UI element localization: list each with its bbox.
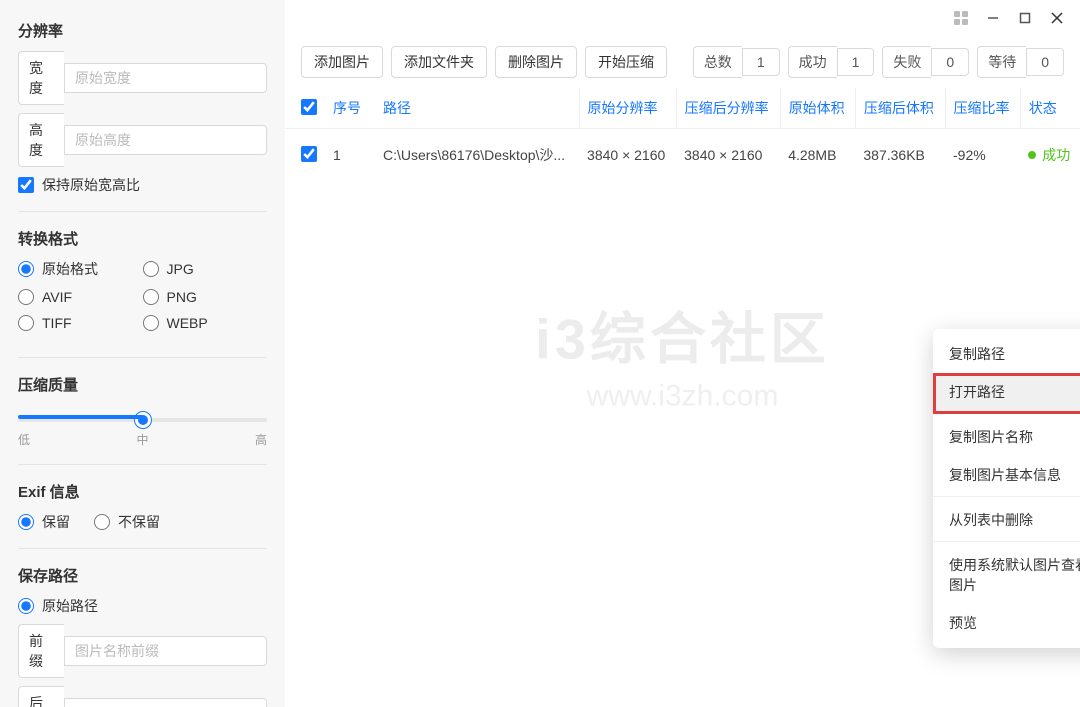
section-quality-title: 压缩质量 [18, 374, 267, 395]
stats: 总数1 成功1 失败0 等待0 [693, 46, 1064, 78]
delete-image-button[interactable]: 删除图片 [495, 46, 577, 78]
titlebar [938, 0, 1080, 36]
section-exif-title: Exif 信息 [18, 481, 267, 502]
stat-success-label: 成功 [788, 46, 837, 78]
format-original[interactable]: 原始格式 [18, 259, 143, 279]
cell-comp-size: 387.36KB [855, 129, 945, 182]
watermark: i3综合社区 www.i3zh.com [535, 294, 830, 413]
col-ratio[interactable]: 压缩比率 [945, 88, 1020, 129]
stat-wait-val: 0 [1026, 48, 1064, 76]
height-input[interactable] [64, 125, 267, 155]
add-image-button[interactable]: 添加图片 [301, 46, 383, 78]
maximize-icon[interactable] [1018, 11, 1032, 25]
format-jpg[interactable]: JPG [143, 259, 268, 279]
prefix-input[interactable] [64, 636, 267, 666]
main: i3综合社区 www.i3zh.com 添加图片 添加文件夹 删除图片 开始压缩… [285, 0, 1080, 707]
format-webp[interactable]: WEBP [143, 315, 268, 331]
stat-total-val: 1 [742, 48, 780, 76]
suffix-label: 后缀 [18, 686, 64, 707]
cell-ratio: -92% [945, 129, 1020, 182]
exif-discard[interactable]: 不保留 [94, 512, 160, 532]
ctx-open-viewer[interactable]: 使用系统默认图片查看器打开图片 [933, 546, 1080, 604]
ctx-copy-path[interactable]: 复制路径 [933, 335, 1080, 373]
suffix-input[interactable] [64, 698, 267, 707]
minimize-icon[interactable] [986, 11, 1000, 25]
format-avif[interactable]: AVIF [18, 289, 143, 305]
ctx-preview[interactable]: 预览 [933, 604, 1080, 642]
ctx-copy-info[interactable]: 复制图片基本信息 [933, 456, 1080, 497]
stat-fail-label: 失败 [882, 46, 931, 78]
col-idx[interactable]: 序号 [325, 88, 375, 129]
format-options: 原始格式 JPG AVIF PNG TIFF WEBP [18, 259, 267, 341]
cell-path: C:\Users\86176\Desktop\沙... [375, 129, 579, 182]
stat-success-val: 1 [837, 48, 875, 76]
cell-status: 成功 [1028, 145, 1070, 165]
sidebar: 分辨率 宽度 高度 保持原始宽高比 转换格式 原始格式 JPG AVIF PNG… [0, 0, 285, 707]
grid-icon[interactable] [954, 11, 968, 25]
cell-orig-size: 4.28MB [780, 129, 855, 182]
quality-mid: 中 [136, 431, 148, 448]
toolbar: 添加图片 添加文件夹 删除图片 开始压缩 总数1 成功1 失败0 等待0 [285, 36, 1080, 88]
context-menu: 复制路径 打开路径 复制图片名称 复制图片基本信息 从列表中删除 使用系统默认图… [933, 329, 1080, 648]
cell-orig-res: 3840 × 2160 [579, 129, 676, 182]
row-checkbox[interactable] [301, 146, 317, 162]
section-format-title: 转换格式 [18, 228, 267, 249]
ctx-copy-name[interactable]: 复制图片名称 [933, 418, 1080, 456]
col-comp-res[interactable]: 压缩后分辨率 [676, 88, 780, 129]
save-orig-path[interactable]: 原始路径 [18, 596, 267, 616]
ctx-remove[interactable]: 从列表中删除 [933, 501, 1080, 542]
keep-ratio-label: 保持原始宽高比 [42, 175, 140, 195]
format-png[interactable]: PNG [143, 289, 268, 305]
col-orig-res[interactable]: 原始分辨率 [579, 88, 676, 129]
cell-comp-res: 3840 × 2160 [676, 129, 780, 182]
col-path[interactable]: 路径 [375, 88, 579, 129]
quality-high: 高 [255, 431, 267, 448]
col-status[interactable]: 状态 [1020, 88, 1080, 129]
keep-ratio-checkbox[interactable]: 保持原始宽高比 [18, 175, 267, 195]
add-folder-button[interactable]: 添加文件夹 [391, 46, 487, 78]
stat-total-label: 总数 [693, 46, 742, 78]
keep-ratio-input[interactable] [18, 177, 34, 193]
quality-low: 低 [18, 431, 30, 448]
start-compress-button[interactable]: 开始压缩 [585, 46, 667, 78]
section-resolution-title: 分辨率 [18, 20, 267, 41]
exif-keep[interactable]: 保留 [18, 512, 70, 532]
cell-idx: 1 [325, 129, 375, 182]
format-tiff[interactable]: TIFF [18, 315, 143, 331]
stat-wait-label: 等待 [977, 46, 1026, 78]
file-table: 序号 路径 原始分辨率 压缩后分辨率 原始体积 压缩后体积 压缩比率 状态 1 … [285, 88, 1080, 181]
select-all-checkbox[interactable] [301, 99, 317, 115]
section-save-title: 保存路径 [18, 565, 267, 586]
stat-fail-val: 0 [931, 48, 969, 76]
ctx-open-path[interactable]: 打开路径 [933, 373, 1080, 414]
table-row[interactable]: 1 C:\Users\86176\Desktop\沙... 3840 × 216… [285, 129, 1080, 182]
width-label: 宽度 [18, 51, 64, 105]
col-comp-size[interactable]: 压缩后体积 [855, 88, 945, 129]
success-dot-icon [1028, 151, 1036, 159]
prefix-label: 前缀 [18, 624, 64, 678]
width-input[interactable] [64, 63, 267, 93]
col-orig-size[interactable]: 原始体积 [780, 88, 855, 129]
height-label: 高度 [18, 113, 64, 167]
close-icon[interactable] [1050, 11, 1064, 25]
quality-slider[interactable] [18, 418, 267, 422]
